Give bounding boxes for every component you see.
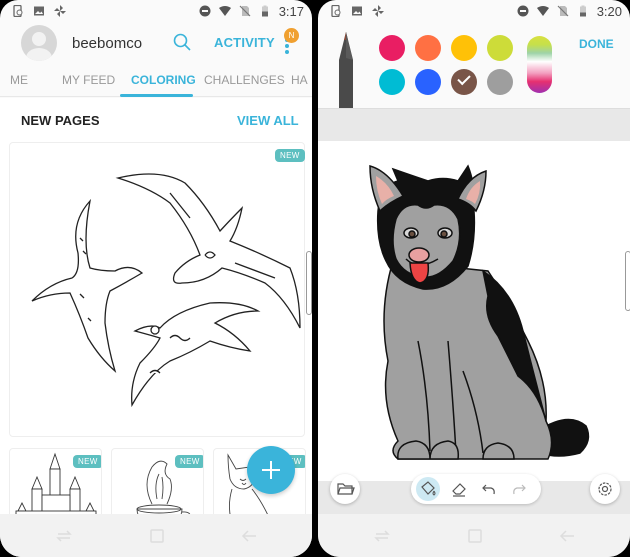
- wifi-icon: [218, 6, 231, 16]
- color-swatch-gray[interactable]: [487, 69, 513, 95]
- color-swatch-orange[interactable]: [415, 35, 441, 61]
- fill-bucket-button[interactable]: [416, 477, 440, 501]
- settings-button[interactable]: [590, 474, 620, 504]
- username[interactable]: beebomco: [72, 35, 142, 52]
- do-not-disturb-icon: [517, 5, 529, 17]
- do-not-disturb-icon: [199, 5, 211, 17]
- new-badge: NEW: [73, 455, 101, 468]
- pinwheel-icon: [54, 5, 66, 17]
- pinwheel-icon: [372, 5, 384, 17]
- left-screen-coloring-feed: 3:17 beebomco ACTIVITY N ME MY FEED COLO…: [0, 0, 312, 557]
- recents-icon[interactable]: [373, 527, 391, 545]
- notification-badge: N: [284, 28, 299, 43]
- scrollbar-handle[interactable]: [625, 251, 630, 311]
- battery-icon: [579, 5, 586, 17]
- eraser-icon: [452, 483, 466, 497]
- settings-icon: [598, 482, 612, 496]
- tab-ha[interactable]: HA: [291, 73, 308, 87]
- wifi-icon: [536, 6, 549, 16]
- no-sim-icon: [239, 5, 251, 17]
- clock: 3:17: [278, 3, 304, 19]
- tab-bar: ME MY FEED COLORING CHALLENGES HA: [0, 64, 312, 97]
- pencil-tool-icon[interactable]: [338, 32, 354, 108]
- canvas-top-margin: [318, 108, 630, 141]
- tab-coloring[interactable]: COLORING: [131, 73, 196, 87]
- screenshot-icon: [13, 5, 23, 17]
- clock: 3:20: [596, 3, 622, 19]
- color-swatch-pink[interactable]: [379, 35, 405, 61]
- home-icon[interactable]: [148, 527, 166, 545]
- search-icon[interactable]: [172, 32, 192, 52]
- color-swatch-lime[interactable]: [487, 35, 513, 61]
- eraser-button[interactable]: [447, 477, 471, 501]
- color-palette: DONE: [318, 22, 630, 112]
- status-bar: 3:20: [318, 0, 630, 22]
- battery-icon: [261, 5, 268, 17]
- seagulls-illustration: [31, 173, 301, 408]
- scrollbar-handle[interactable]: [306, 251, 312, 315]
- drawing-toolbar: [411, 474, 541, 504]
- recents-icon[interactable]: [55, 527, 73, 545]
- nav-bar: [0, 514, 312, 557]
- image-icon: [352, 6, 362, 16]
- new-badge: NEW: [175, 455, 203, 468]
- screenshot-icon: [331, 5, 341, 17]
- nav-bar: [318, 514, 630, 557]
- color-swatch-amber[interactable]: [451, 35, 477, 61]
- status-bar: 3:17: [0, 0, 312, 22]
- color-spectrum-icon[interactable]: [527, 36, 552, 93]
- active-tab-indicator: [120, 94, 193, 97]
- section-title: NEW PAGES: [21, 113, 100, 128]
- coloring-canvas[interactable]: [318, 141, 630, 481]
- featured-page-card[interactable]: NEW: [9, 142, 305, 437]
- check-icon: [457, 71, 471, 86]
- profile-header: beebomco ACTIVITY N: [0, 22, 312, 64]
- home-icon[interactable]: [466, 527, 484, 545]
- color-swatch-brown[interactable]: [451, 69, 477, 95]
- color-swatch-cyan[interactable]: [379, 69, 405, 95]
- redo-button[interactable]: [507, 477, 531, 501]
- back-icon[interactable]: [558, 527, 576, 545]
- right-screen-coloring-editor: 3:20 DONE: [318, 0, 630, 557]
- tab-challenges[interactable]: CHALLENGES: [204, 73, 285, 87]
- tab-me[interactable]: ME: [10, 73, 28, 87]
- open-folder-button[interactable]: [330, 474, 360, 504]
- view-all-link[interactable]: VIEW ALL: [237, 113, 299, 128]
- activity-button[interactable]: ACTIVITY: [214, 35, 275, 50]
- redo-icon: [513, 484, 526, 495]
- done-button[interactable]: DONE: [579, 37, 614, 51]
- color-swatch-blue[interactable]: [415, 69, 441, 95]
- folder-icon: [337, 483, 355, 495]
- husky-illustration: [369, 164, 590, 460]
- undo-icon: [482, 484, 495, 495]
- image-icon: [34, 6, 44, 16]
- add-fab-button[interactable]: [247, 446, 295, 494]
- tab-my-feed[interactable]: MY FEED: [62, 73, 115, 87]
- no-sim-icon: [557, 5, 569, 17]
- avatar[interactable]: [21, 25, 57, 61]
- fill-bucket-icon: [421, 481, 436, 496]
- back-icon[interactable]: [240, 527, 258, 545]
- undo-button[interactable]: [477, 477, 501, 501]
- new-badge: NEW: [275, 149, 305, 162]
